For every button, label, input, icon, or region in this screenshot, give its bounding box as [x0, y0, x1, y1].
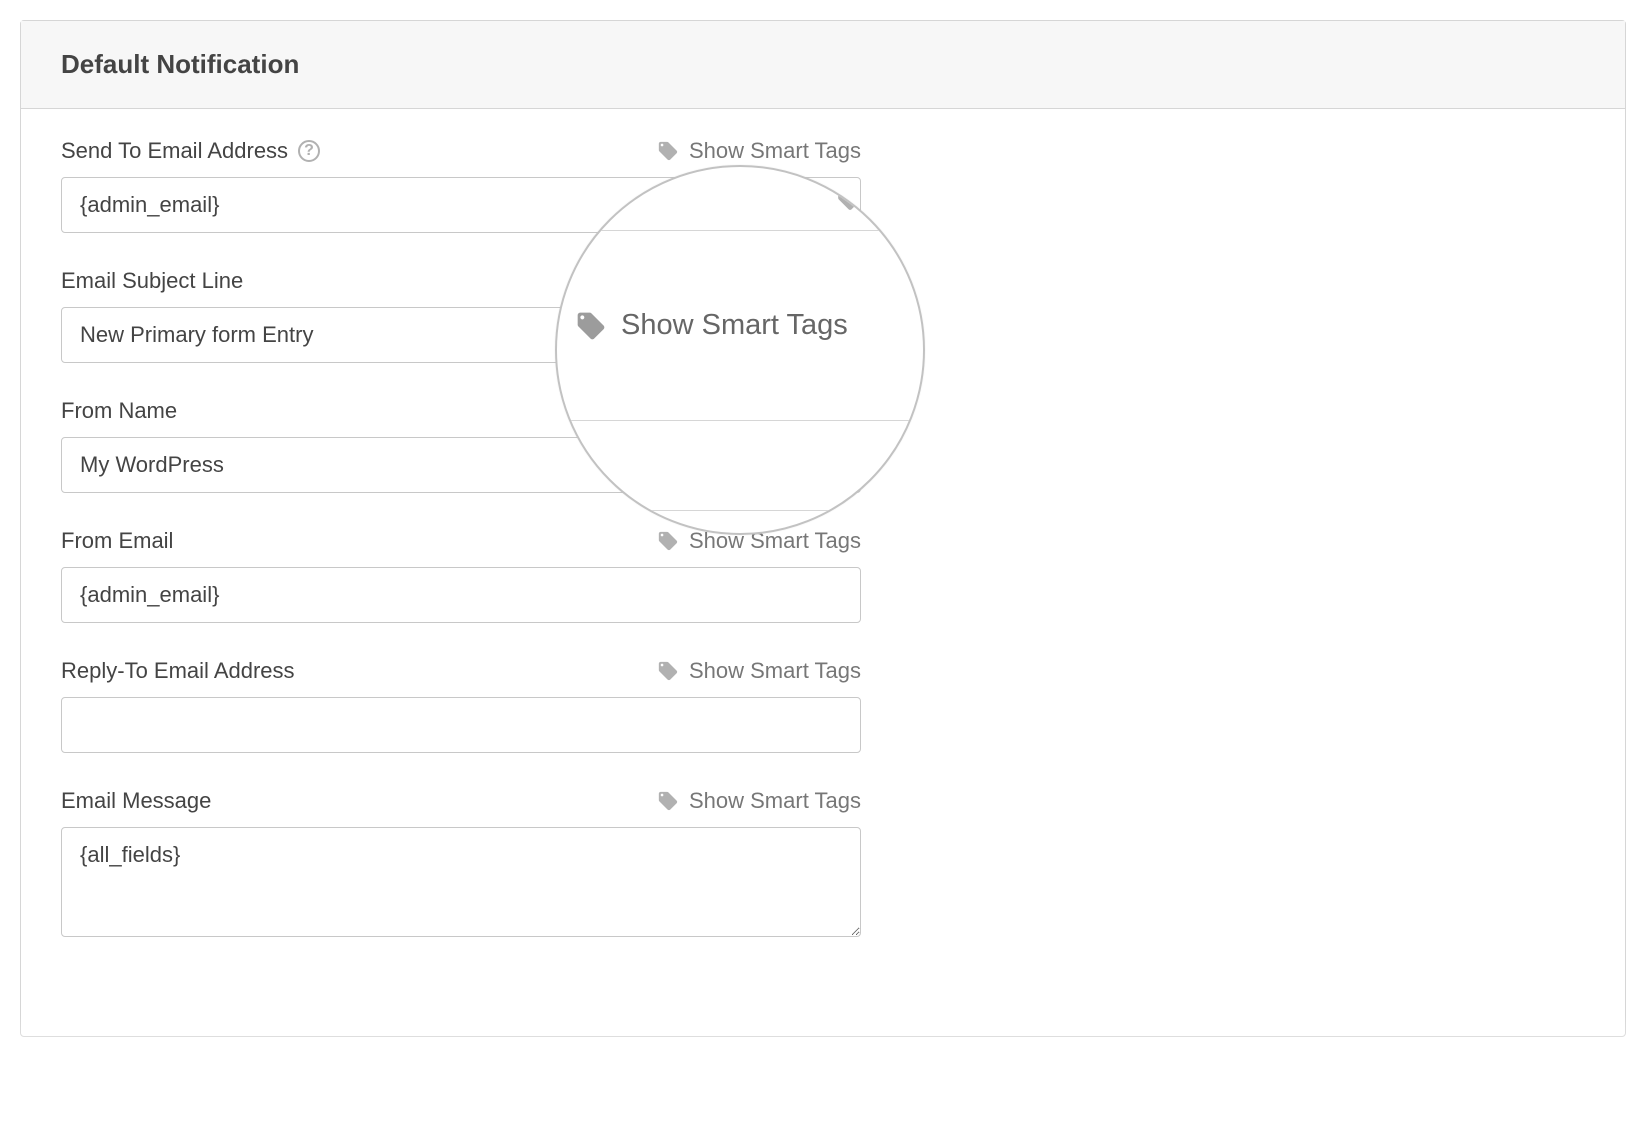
- magnifier-top-row: gs: [557, 167, 923, 231]
- smart-tags-link-send-to[interactable]: Show Smart Tags: [657, 138, 861, 164]
- panel-title: Default Notification: [21, 21, 1625, 109]
- email-message-textarea[interactable]: [61, 827, 861, 937]
- send-to-label: Send To Email Address ?: [61, 138, 320, 164]
- magnifier-main-row: Show Smart Tags: [557, 231, 923, 421]
- reply-to-label: Reply-To Email Address: [61, 658, 295, 684]
- reply-to-input[interactable]: [61, 697, 861, 753]
- tag-icon: [657, 530, 679, 552]
- magnifier-bottom-row: s: [557, 509, 923, 535]
- magnifier-top-text: gs: [874, 182, 905, 215]
- magnifier-below-row: [557, 421, 923, 511]
- subject-label: Email Subject Line: [61, 268, 243, 294]
- field-from-email: From Email Show Smart Tags: [61, 527, 861, 623]
- help-icon[interactable]: ?: [298, 140, 320, 162]
- tag-icon: [657, 660, 679, 682]
- smart-tags-text: Show Smart Tags: [689, 788, 861, 814]
- smart-tags-link-message[interactable]: Show Smart Tags: [657, 788, 861, 814]
- smart-tags-text: Show Smart Tags: [689, 658, 861, 684]
- magnifier-lens: gs Show Smart Tags s: [555, 165, 925, 535]
- smart-tags-link-reply-to[interactable]: Show Smart Tags: [657, 658, 861, 684]
- tag-icon: [657, 140, 679, 162]
- magnifier-main-text: Show Smart Tags: [621, 309, 848, 342]
- tag-icon: [836, 186, 862, 212]
- field-email-message: Email Message Show Smart Tags: [61, 787, 861, 942]
- from-email-input[interactable]: [61, 567, 861, 623]
- tag-icon: [657, 790, 679, 812]
- email-message-label: Email Message: [61, 788, 211, 814]
- field-reply-to: Reply-To Email Address Show Smart Tags: [61, 657, 861, 753]
- tag-icon: [575, 310, 607, 342]
- from-name-label: From Name: [61, 398, 177, 424]
- smart-tags-text: Show Smart Tags: [689, 138, 861, 164]
- from-email-label: From Email: [61, 528, 173, 554]
- send-to-label-text: Send To Email Address: [61, 138, 288, 164]
